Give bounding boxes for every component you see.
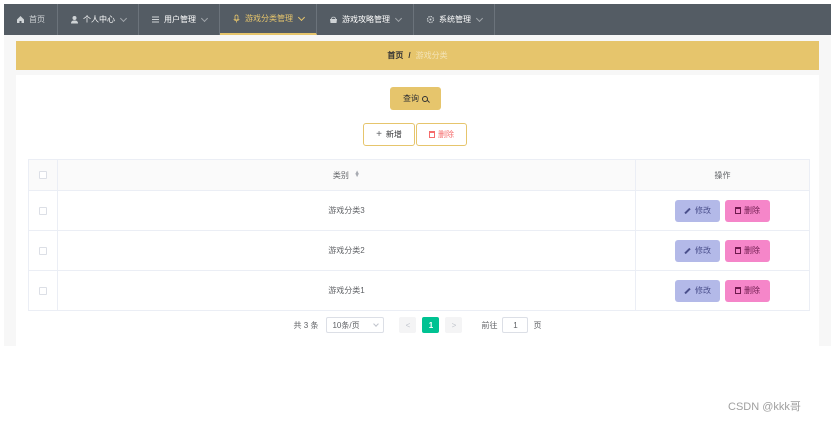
breadcrumb: 首页 / 游戏分类	[16, 41, 819, 70]
row-checkbox[interactable]	[39, 246, 47, 255]
edit-icon	[684, 207, 691, 214]
nav-item-label: 用户管理	[164, 15, 196, 24]
top-nav: 首页 个人中心 用户管理 游戏分类管理 游戏攻略管理 系统管理	[4, 4, 831, 35]
category-cell: 游戏分类1	[57, 270, 636, 311]
goto-label: 前往	[481, 320, 498, 330]
row-select-cell	[28, 230, 58, 271]
nav-item-label: 游戏攻略管理	[342, 15, 390, 24]
home-icon	[16, 15, 25, 24]
actions-cell: 修改 删除	[635, 190, 810, 231]
table-row: 游戏分类1 修改 删除	[28, 270, 810, 311]
edit-button[interactable]: 修改	[675, 239, 720, 262]
pagination: 共 3 条 10条/页 < 1 > 前往 1 页	[16, 316, 819, 334]
page-size-value: 10条/页	[332, 320, 360, 330]
row-select-cell	[28, 190, 58, 231]
edit-button-label: 修改	[695, 206, 711, 215]
chevron-down-icon	[475, 14, 484, 22]
category-table: 类别 ▲ ▼ 操作 游戏分类3 修改 删除 游戏分类2 修改 删除 游戏分类1 …	[28, 159, 810, 311]
batch-delete-label: 删除	[438, 130, 454, 139]
user-icon	[70, 15, 79, 24]
query-button[interactable]: 查询	[390, 87, 441, 110]
query-button-label: 查询	[403, 94, 419, 103]
select-all-checkbox[interactable]	[39, 171, 47, 180]
nav-item-label: 系统管理	[439, 15, 471, 24]
nav-item-system[interactable]: 系统管理	[414, 4, 495, 35]
row-checkbox[interactable]	[39, 206, 47, 215]
delete-button-label: 删除	[744, 286, 760, 295]
guide-icon	[329, 15, 338, 24]
row-select-cell	[28, 270, 58, 311]
actions-cell: 修改 删除	[635, 230, 810, 271]
header-actions-label: 操作	[714, 170, 731, 180]
trash-icon	[735, 207, 741, 214]
category-icon	[232, 14, 241, 23]
plus-icon: +	[376, 129, 382, 140]
delete-button-label: 删除	[744, 206, 760, 215]
header-actions: 操作	[635, 159, 810, 191]
breadcrumb-home[interactable]: 首页	[387, 50, 403, 61]
gear-icon	[426, 15, 435, 24]
actions-cell: 修改 删除	[635, 270, 810, 311]
delete-button[interactable]: 删除	[725, 239, 770, 262]
header-select-cell	[28, 159, 58, 191]
breadcrumb-separator: /	[408, 51, 411, 60]
edit-button-label: 修改	[695, 286, 711, 295]
main-card: 查询 + 新增 删除 类别 ▲ ▼ 操作 游戏分类3 修改 删除 游戏分类2 修…	[16, 75, 819, 346]
delete-button[interactable]: 删除	[725, 279, 770, 302]
edit-button[interactable]: 修改	[675, 199, 720, 222]
goto-page-input[interactable]: 1	[502, 317, 529, 333]
sort-icon[interactable]: ▲ ▼	[354, 170, 360, 179]
table-header-row: 类别 ▲ ▼ 操作	[28, 159, 810, 191]
edit-icon	[684, 247, 691, 254]
trash-icon	[429, 131, 435, 138]
row-checkbox[interactable]	[39, 286, 47, 295]
nav-item-game-guide[interactable]: 游戏攻略管理	[317, 4, 414, 35]
goto-unit: 页	[533, 320, 542, 330]
prev-page-button[interactable]: <	[399, 317, 417, 333]
watermark: CSDN @kkk哥	[728, 401, 801, 413]
breadcrumb-current: 游戏分类	[415, 51, 448, 60]
chevron-down-icon	[373, 321, 380, 327]
table-row: 游戏分类3 修改 删除	[28, 190, 810, 231]
table-row: 游戏分类2 修改 删除	[28, 230, 810, 271]
page-size-select[interactable]: 10条/页	[326, 317, 385, 333]
nav-item-label: 首页	[29, 15, 45, 24]
chevron-down-icon	[297, 13, 306, 21]
nav-item-profile[interactable]: 个人中心	[58, 4, 139, 35]
edit-button[interactable]: 修改	[675, 279, 720, 302]
trash-icon	[735, 287, 741, 294]
nav-item-users[interactable]: 用户管理	[139, 4, 220, 35]
chevron-down-icon	[200, 14, 209, 22]
header-category-label: 类别	[332, 170, 349, 180]
batch-delete-button[interactable]: 删除	[416, 123, 467, 146]
header-category[interactable]: 类别 ▲ ▼	[57, 159, 636, 191]
edit-button-label: 修改	[695, 246, 711, 255]
category-cell: 游戏分类3	[57, 190, 636, 231]
add-button[interactable]: + 新增	[363, 123, 415, 146]
search-icon	[422, 95, 428, 102]
delete-button-label: 删除	[744, 246, 760, 255]
pagination-total: 共 3 条	[293, 320, 319, 330]
category-cell: 游戏分类2	[57, 230, 636, 271]
page-number-current[interactable]: 1	[422, 317, 440, 333]
nav-item-label: 个人中心	[83, 15, 115, 24]
add-button-label: 新增	[385, 130, 402, 139]
trash-icon	[735, 247, 741, 254]
next-page-button[interactable]: >	[445, 317, 463, 333]
nav-item-label: 游戏分类管理	[245, 14, 293, 23]
chevron-down-icon	[119, 14, 128, 22]
delete-button[interactable]: 删除	[725, 199, 770, 222]
edit-icon	[684, 287, 691, 294]
nav-item-game-category[interactable]: 游戏分类管理	[220, 4, 317, 35]
chevron-down-icon	[394, 14, 403, 22]
nav-item-home[interactable]: 首页	[4, 4, 58, 35]
list-icon	[151, 15, 160, 24]
content-panel: 首页 / 游戏分类 查询 + 新增 删除 类别 ▲ ▼ 操作 游戏分类3 修改 …	[4, 35, 831, 346]
